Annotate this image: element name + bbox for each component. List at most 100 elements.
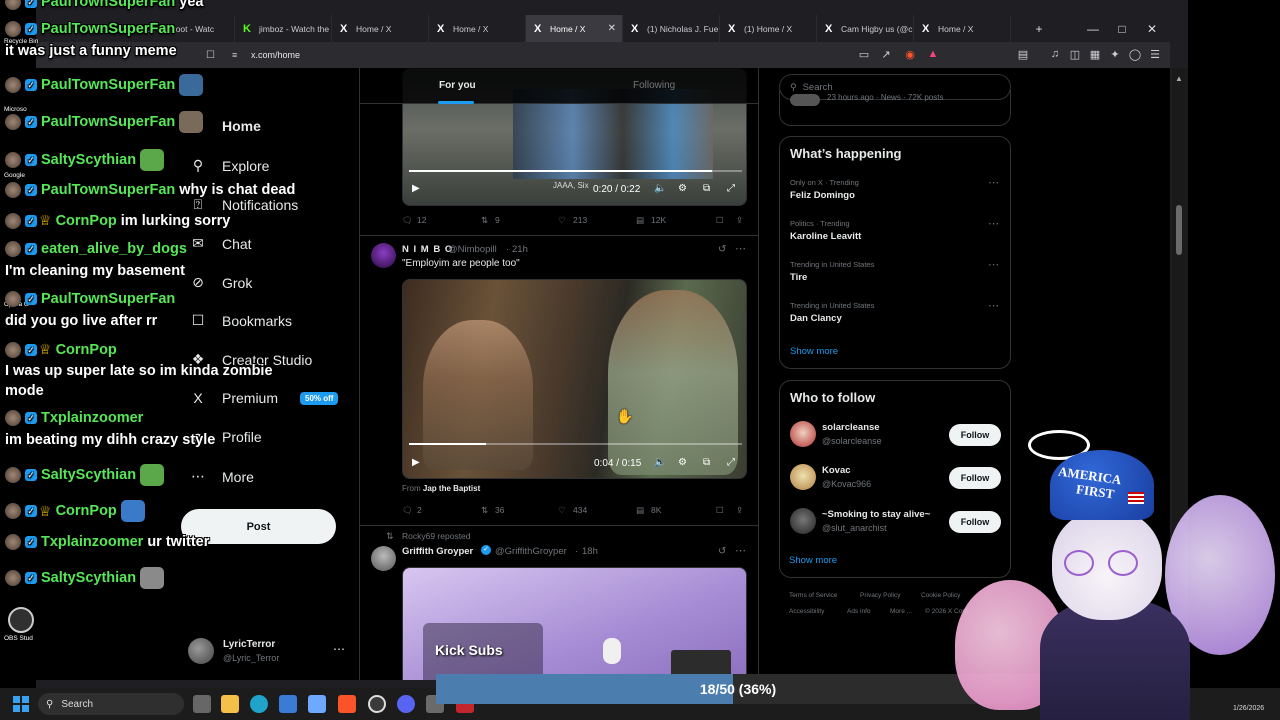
bookmark-star-icon[interactable]: ☐ [206, 50, 215, 61]
views-icon[interactable]: ▤ [636, 215, 644, 226]
trend-name[interactable]: Tire [790, 272, 807, 283]
trend-more-icon[interactable]: ⋯ [988, 176, 999, 189]
chat-username[interactable]: PaulTownSuperFan [41, 291, 175, 307]
menu-icon[interactable]: ☰ [1148, 47, 1162, 61]
fullscreen-icon[interactable]: ⤢ [727, 457, 735, 468]
reply-icon[interactable]: 🗨 [402, 505, 413, 516]
pip-icon[interactable]: ⧉ [703, 183, 710, 194]
tweet2-time[interactable]: 21h [512, 244, 528, 255]
news-card[interactable]: 23 hours ago · News · 72K posts [779, 90, 1011, 126]
screen-icon[interactable]: ▭ [857, 47, 871, 61]
browser-tab[interactable]: Kjimboz - Watch the [235, 15, 332, 42]
tab-following[interactable]: Following [633, 80, 675, 91]
address-bar[interactable]: ☐ ≡ x.com/home [36, 42, 1170, 68]
minimize-button[interactable]: — [1078, 15, 1108, 42]
account-switcher[interactable]: LyricTerror @Lyric_Terror ⋯ [188, 636, 348, 670]
settings-icon[interactable]: ⚙ [678, 183, 687, 194]
maximize-button[interactable]: □ [1107, 15, 1137, 42]
chat-username[interactable]: PaulTownSuperFan [41, 0, 175, 10]
browser-tab[interactable]: X Cam Higby us (@c [817, 15, 914, 42]
nav-item-bookmarks[interactable]: ☐ Bookmarks [190, 312, 292, 329]
music-icon[interactable]: ♫ [1048, 47, 1062, 61]
chat-username[interactable]: SaltyScythian [41, 152, 136, 168]
nav-item-chat[interactable]: ✉ Chat [190, 235, 251, 252]
reposted-by[interactable]: Rocky69 reposted [402, 531, 471, 541]
store-icon[interactable] [279, 695, 297, 713]
views-icon[interactable]: ▤ [636, 505, 644, 516]
trend-name[interactable]: Karoline Leavitt [790, 231, 861, 242]
repost-icon[interactable]: ⇅ [481, 505, 488, 516]
nav-item-more[interactable]: ⋯ More [190, 468, 254, 485]
obs-icon[interactable] [8, 607, 34, 633]
close-tab-icon[interactable]: ✕ [608, 23, 616, 34]
brave-rewards-icon[interactable]: ▲ [926, 47, 940, 61]
settings-icon[interactable]: ⚙ [678, 457, 687, 468]
chat-username[interactable]: eaten_alive_by_dogs [41, 241, 187, 257]
site-info-icon[interactable]: ≡ [232, 50, 237, 60]
brave-taskbar-icon[interactable] [338, 695, 356, 713]
trend-name[interactable]: Feliz Domingo [790, 190, 855, 201]
play-icon[interactable]: ▶ [412, 183, 420, 194]
vpn-icon[interactable]: ◯ [1128, 47, 1142, 61]
bookmark-icon[interactable]: ☐ [716, 505, 724, 516]
chat-username[interactable]: PaulTownSuperFan [41, 114, 175, 130]
nav-item-premium[interactable]: X Premium 50% off [190, 390, 339, 406]
chat-username[interactable]: Txplainzoomer [41, 410, 143, 426]
scrollbar-thumb[interactable] [1176, 205, 1182, 255]
suggested-account-handle[interactable]: @solarcleanse [822, 436, 882, 446]
wallet-icon[interactable]: ▦ [1088, 47, 1102, 61]
avatar[interactable] [790, 421, 816, 447]
close-window-button[interactable]: ✕ [1137, 15, 1167, 42]
nav-item-explore[interactable]: ⚲ Explore [190, 157, 270, 174]
suggested-account-name[interactable]: solarcleanse [822, 422, 880, 433]
grok-icon[interactable]: ↺ [718, 546, 726, 557]
windows-start-icon[interactable] [13, 696, 29, 712]
like-icon[interactable]: ♡ [558, 215, 566, 226]
repost-icon[interactable]: ⇅ [481, 215, 488, 226]
show-more-link[interactable]: Show more [790, 346, 838, 357]
volume-icon[interactable]: 🔈 [654, 457, 666, 468]
app-icon[interactable] [308, 695, 326, 713]
chat-username[interactable]: CornPop [56, 503, 117, 519]
chat-username[interactable]: Txplainzoomer [41, 534, 143, 550]
desktop-icon-label[interactable]: OBS Stud [4, 635, 33, 642]
trend-more-icon[interactable]: ⋯ [988, 217, 999, 230]
share-icon[interactable]: ⇪ [736, 215, 743, 226]
suggested-account-handle[interactable]: @Kovac966 [822, 479, 871, 489]
chat-username[interactable]: SaltyScythian [41, 467, 136, 483]
avatar[interactable] [790, 508, 816, 534]
tweet3-author-name[interactable]: Griffith Groyper [402, 546, 473, 557]
scroll-up-arrow[interactable]: ▲ [1175, 74, 1183, 83]
trend-more-icon[interactable]: ⋯ [988, 258, 999, 271]
footer-link[interactable]: More ... [890, 608, 912, 615]
trend-name[interactable]: Dan Clancy [790, 313, 842, 324]
like-icon[interactable]: ♡ [558, 505, 566, 516]
chat-username[interactable]: CornPop [56, 342, 117, 358]
more-options-icon[interactable]: ⋯ [735, 242, 746, 255]
browser-tab[interactable]: X (1) Nicholas J. Fue [623, 15, 720, 42]
tweet3-media[interactable]: Kick Subs [402, 567, 747, 680]
tweet2-author-name[interactable]: N I M B O [402, 244, 453, 255]
chat-username[interactable]: CornPop [56, 213, 117, 229]
url-text[interactable]: x.com/home [251, 50, 300, 60]
avatar[interactable] [371, 546, 396, 571]
chat-username[interactable]: PaulTownSuperFan [41, 21, 175, 37]
extensions-icon[interactable]: ✦ [1108, 47, 1122, 61]
more-options-icon[interactable]: ⋯ [333, 642, 345, 656]
from-source[interactable]: Jap the Baptist [423, 484, 480, 493]
suggested-account-name[interactable]: Kovac [822, 465, 851, 476]
fullscreen-icon[interactable]: ⤢ [727, 183, 735, 194]
avatar[interactable] [371, 243, 396, 268]
brave-shield-icon[interactable]: ◉ [903, 47, 917, 61]
footer-link[interactable]: Accessibility [789, 608, 824, 615]
share-icon[interactable]: ⇪ [736, 505, 743, 516]
avatar[interactable] [790, 464, 816, 490]
new-tab-button[interactable]: + [1024, 15, 1054, 42]
browser-tab[interactable]: X Home / X [332, 15, 429, 42]
footer-link[interactable]: Privacy Policy [860, 592, 900, 599]
tweet2-handle[interactable]: @Nimbopill [448, 244, 497, 255]
pip-icon[interactable]: ⧉ [703, 457, 710, 468]
chat-username[interactable]: PaulTownSuperFan [41, 182, 175, 198]
tab-for-you[interactable]: For you [439, 80, 476, 91]
desktop-icon-label[interactable]: Google [4, 172, 25, 179]
